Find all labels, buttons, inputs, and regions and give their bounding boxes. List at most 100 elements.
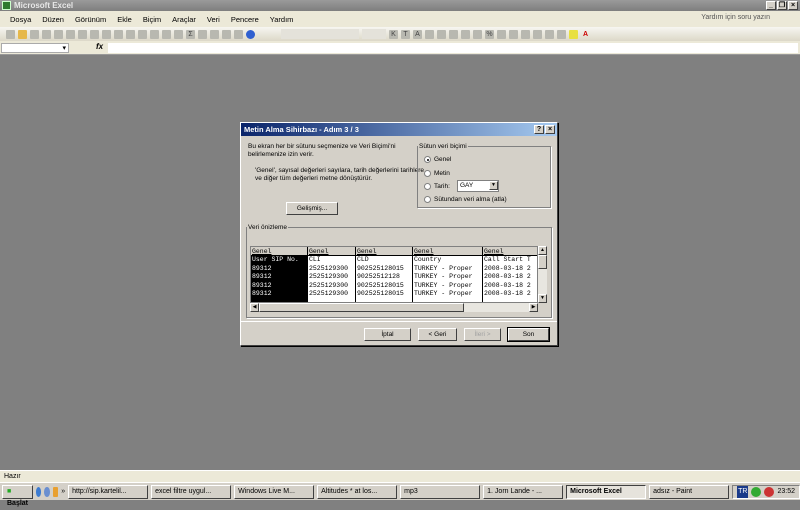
menu-yardim[interactable]: Yardım: [270, 15, 294, 24]
font-name-select[interactable]: [281, 29, 359, 39]
date-format-select[interactable]: GAY ▼: [457, 180, 499, 192]
currency-icon[interactable]: [473, 29, 482, 39]
scroll-thumb[interactable]: [259, 303, 464, 312]
menu-araclar[interactable]: Araçlar: [172, 15, 196, 24]
new-icon[interactable]: [6, 29, 15, 39]
open-icon[interactable]: [18, 29, 27, 39]
outlook-icon[interactable]: [52, 486, 59, 497]
taskbar-button[interactable]: adsız - Paint: [649, 484, 730, 499]
dialog-help-button[interactable]: ?: [534, 125, 544, 134]
column-header[interactable]: Genel: [413, 247, 482, 256]
scroll-up-icon[interactable]: ▲: [538, 246, 547, 255]
bold-icon[interactable]: K: [389, 29, 398, 39]
formula-input[interactable]: [108, 43, 798, 53]
radio-tarih[interactable]: Tarih:: [424, 183, 450, 190]
merge-center-icon[interactable]: [461, 29, 470, 39]
menu-gorunum[interactable]: Görünüm: [75, 15, 106, 24]
fill-color-icon[interactable]: [569, 29, 578, 39]
spelling-icon[interactable]: [78, 29, 87, 39]
paste-icon[interactable]: [126, 29, 135, 39]
close-button[interactable]: ×: [788, 1, 798, 10]
column-header[interactable]: Genel: [483, 247, 537, 256]
fx-icon[interactable]: fx: [96, 42, 103, 51]
decrease-indent-icon[interactable]: [533, 29, 542, 39]
borders-icon[interactable]: [557, 29, 566, 39]
autosum-icon[interactable]: Σ: [186, 29, 195, 39]
drawing-icon[interactable]: [234, 29, 243, 39]
font-color-icon[interactable]: A: [581, 30, 590, 39]
sort-desc-icon[interactable]: [210, 29, 219, 39]
finish-button[interactable]: Son: [507, 327, 550, 342]
column-header[interactable]: Genel: [356, 247, 412, 256]
ie-icon[interactable]: [36, 486, 42, 497]
taskbar-button[interactable]: Windows Live M...: [234, 484, 315, 499]
taskbar-button[interactable]: Microsoft Excel: [566, 484, 647, 499]
taskbar-button[interactable]: Altitudes * at los...: [317, 484, 398, 499]
taskbar-button[interactable]: 1. Jorn Lande - ...: [483, 484, 564, 499]
decrease-decimal-icon[interactable]: [521, 29, 530, 39]
dialog-close-button[interactable]: ×: [545, 125, 555, 134]
sort-asc-icon[interactable]: [198, 29, 207, 39]
redo-icon[interactable]: [162, 29, 171, 39]
scroll-down-icon[interactable]: ▼: [538, 294, 547, 303]
radio-genel[interactable]: Genel: [424, 156, 451, 163]
undo-icon[interactable]: [150, 29, 159, 39]
scroll-right-icon[interactable]: ▶: [529, 303, 538, 312]
scroll-thumb[interactable]: [538, 255, 547, 269]
taskbar-button[interactable]: mp3: [400, 484, 481, 499]
preview-column[interactable]: Genel Call Start T 2008-03-18 2 2008-03-18 …: [483, 247, 537, 302]
vertical-scrollbar[interactable]: ▲ ▼: [538, 246, 547, 303]
print-icon[interactable]: [54, 29, 63, 39]
help-icon[interactable]: [246, 29, 255, 39]
radio-skip[interactable]: Sütundan veri alma (atla): [424, 196, 507, 203]
taskbar-button[interactable]: http://sip.kartelil...: [68, 484, 149, 499]
increase-indent-icon[interactable]: [545, 29, 554, 39]
column-header[interactable]: Genel: [251, 247, 307, 256]
underline-icon[interactable]: A: [413, 29, 422, 39]
restore-button[interactable]: ❐: [777, 1, 787, 10]
preview-column[interactable]: Genel CLD 902525128015 90252512128 902525128…: [356, 247, 413, 302]
start-button[interactable]: ■ Başlat: [2, 484, 34, 507]
tray-icon[interactable]: [751, 486, 762, 497]
font-size-select[interactable]: [362, 29, 386, 39]
cut-icon[interactable]: [102, 29, 111, 39]
hyperlink-icon[interactable]: [174, 29, 183, 39]
language-indicator[interactable]: TR: [737, 485, 749, 498]
print-preview-icon[interactable]: [66, 29, 75, 39]
italic-icon[interactable]: T: [401, 29, 410, 39]
menu-dosya[interactable]: Dosya: [10, 15, 31, 24]
menu-duzen[interactable]: Düzen: [42, 15, 64, 24]
comma-icon[interactable]: [497, 29, 506, 39]
data-preview-grid[interactable]: Genel User SIP No. 89312 89312 89312 89312 Gen…: [250, 246, 538, 303]
menu-pencere[interactable]: Pencere: [231, 15, 259, 24]
back-button[interactable]: < Geri: [418, 328, 457, 341]
preview-column[interactable]: Genel Country TURKEY - Proper TURKEY - Prop…: [413, 247, 483, 302]
desktop-icon[interactable]: [44, 486, 50, 497]
save-icon[interactable]: [30, 29, 39, 39]
menu-bicim[interactable]: Biçim: [143, 15, 161, 24]
preview-column[interactable]: Genel CLI 2525129300 2525129300 2525129300 25…: [308, 247, 356, 302]
horizontal-scrollbar[interactable]: ◀ ▶: [250, 303, 538, 312]
name-box[interactable]: ▾: [1, 43, 69, 53]
menu-veri[interactable]: Veri: [207, 15, 220, 24]
copy-icon[interactable]: [114, 29, 123, 39]
menu-ekle[interactable]: Ekle: [117, 15, 132, 24]
align-right-icon[interactable]: [449, 29, 458, 39]
radio-metin[interactable]: Metin: [424, 170, 450, 177]
chart-icon[interactable]: [222, 29, 231, 39]
percent-icon[interactable]: %: [485, 29, 494, 39]
preview-column[interactable]: Genel User SIP No. 89312 89312 89312 89312: [251, 247, 308, 302]
taskbar-button[interactable]: excel filtre uygul...: [151, 484, 232, 499]
align-left-icon[interactable]: [425, 29, 434, 39]
permission-icon[interactable]: [42, 29, 51, 39]
scroll-left-icon[interactable]: ◀: [250, 303, 259, 312]
cancel-button[interactable]: İptal: [364, 328, 411, 341]
format-painter-icon[interactable]: [138, 29, 147, 39]
quicklaunch-chevron[interactable]: »: [61, 488, 65, 495]
column-header[interactable]: Genel: [308, 247, 355, 256]
advanced-button[interactable]: Gelişmiş...: [286, 202, 338, 215]
increase-decimal-icon[interactable]: [509, 29, 518, 39]
help-search-box[interactable]: Yardım için soru yazın: [701, 14, 770, 21]
minimize-button[interactable]: _: [766, 1, 776, 10]
align-center-icon[interactable]: [437, 29, 446, 39]
